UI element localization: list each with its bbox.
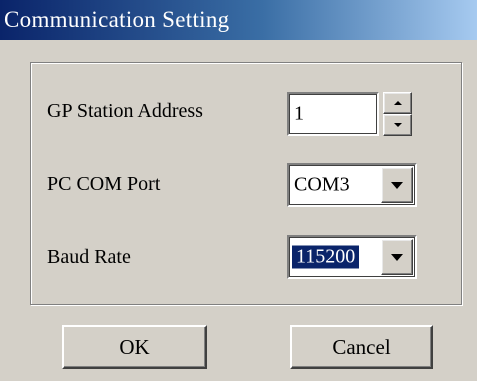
station-address-value: 1 (294, 102, 304, 125)
com-port-label: PC COM Port (47, 173, 161, 195)
triangle-up-icon (393, 101, 402, 105)
station-address-input[interactable]: 1 (287, 92, 379, 136)
baud-rate-label: Baud Rate (47, 246, 131, 268)
com-port-dropdown-button[interactable] (381, 167, 413, 203)
baud-rate-value: 115200 (292, 245, 360, 269)
station-address-decrement-button[interactable] (383, 114, 412, 136)
communication-setting-dialog: Communication Setting GP Station Address… (0, 0, 477, 381)
station-address-increment-button[interactable] (383, 92, 412, 114)
ok-button[interactable]: OK (62, 325, 207, 369)
title-bar[interactable]: Communication Setting (0, 0, 477, 40)
chevron-down-icon (391, 253, 403, 261)
cancel-button[interactable]: Cancel (290, 325, 433, 369)
baud-rate-dropdown-button[interactable] (381, 239, 413, 275)
chevron-down-icon (391, 181, 403, 189)
window-title: Communication Setting (4, 7, 230, 32)
triangle-down-icon (393, 123, 402, 127)
station-address-label: GP Station Address (47, 100, 203, 122)
com-port-select[interactable]: COM3 (287, 163, 417, 207)
baud-rate-select[interactable]: 115200 (287, 235, 417, 279)
com-port-value: COM3 (294, 173, 350, 196)
